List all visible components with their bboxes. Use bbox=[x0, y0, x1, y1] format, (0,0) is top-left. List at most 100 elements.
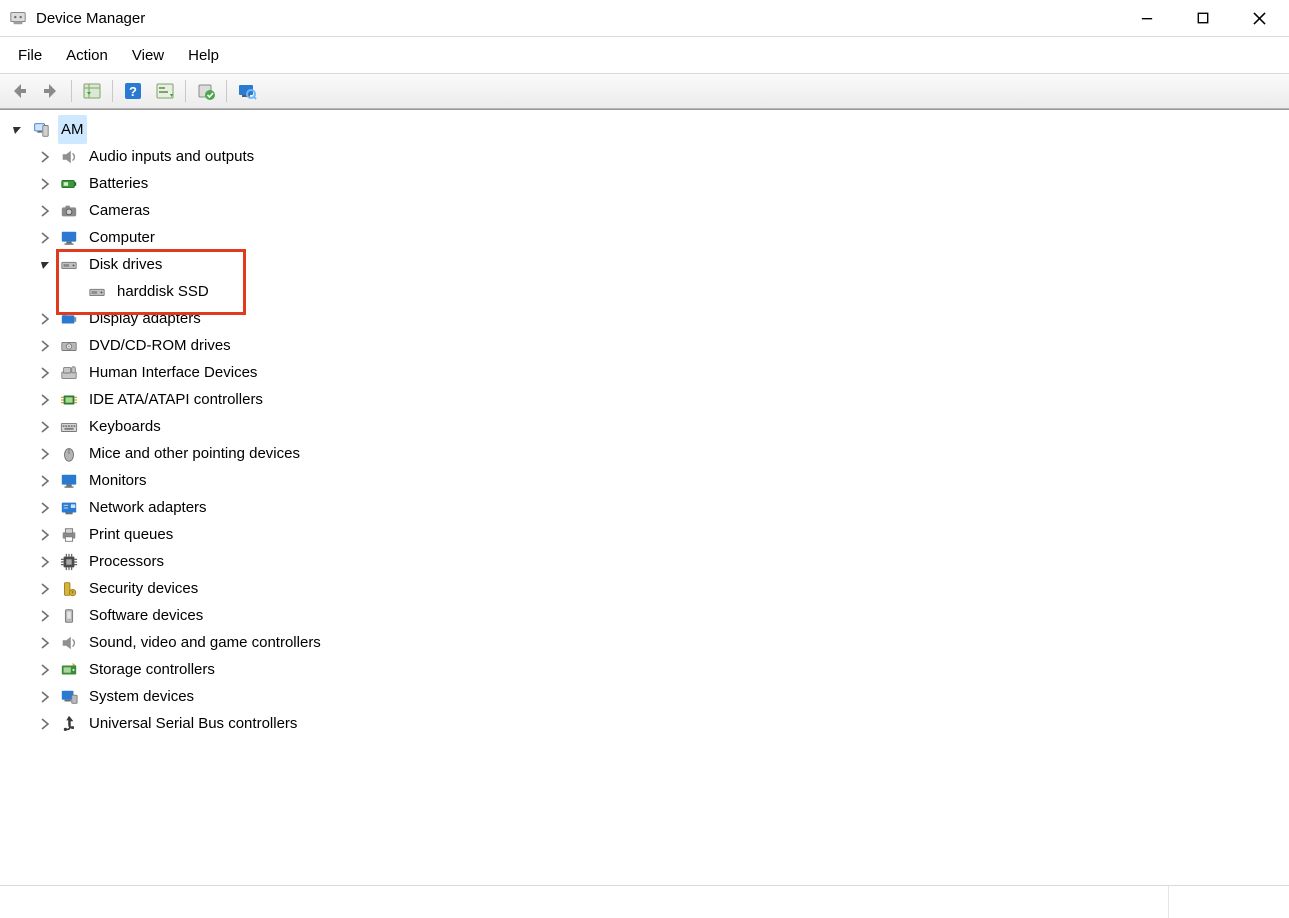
tree-category[interactable]: Print queues bbox=[8, 521, 1289, 548]
expand-arrow-right-icon[interactable] bbox=[36, 175, 54, 193]
expand-arrow-down-icon[interactable] bbox=[36, 256, 54, 274]
battery-icon bbox=[58, 174, 80, 194]
menubar: File Action View Help bbox=[0, 37, 1289, 73]
tree-category[interactable]: Computer bbox=[8, 224, 1289, 251]
optical-drive-icon bbox=[58, 336, 80, 356]
tree-category-label[interactable]: Print queues bbox=[86, 520, 176, 549]
expand-arrow-right-icon[interactable] bbox=[36, 553, 54, 571]
forward-button[interactable] bbox=[36, 78, 66, 104]
tree-category[interactable]: Universal Serial Bus controllers bbox=[8, 710, 1289, 737]
storage-controller-icon bbox=[58, 660, 80, 680]
tree-category-label[interactable]: Keyboards bbox=[86, 412, 164, 441]
tree-category[interactable]: Mice and other pointing devices bbox=[8, 440, 1289, 467]
expand-arrow-right-icon[interactable] bbox=[36, 391, 54, 409]
tree-category-label[interactable]: Network adapters bbox=[86, 493, 210, 522]
expand-arrow-right-icon[interactable] bbox=[36, 202, 54, 220]
update-driver-button[interactable] bbox=[191, 78, 221, 104]
expand-arrow-right-icon[interactable] bbox=[36, 634, 54, 652]
tree-category[interactable]: Disk drives bbox=[8, 251, 1289, 278]
tree-root[interactable]: AM bbox=[8, 116, 1289, 143]
expand-arrow-down-icon[interactable] bbox=[8, 121, 26, 139]
tree-category-label[interactable]: Sound, video and game controllers bbox=[86, 628, 324, 657]
expand-arrow-right-icon[interactable] bbox=[36, 526, 54, 544]
software-device-icon bbox=[58, 606, 80, 626]
close-button[interactable] bbox=[1231, 0, 1287, 36]
tree-category-label[interactable]: DVD/CD-ROM drives bbox=[86, 331, 234, 360]
uninstall-device-button[interactable] bbox=[232, 78, 262, 104]
expand-arrow-right-icon[interactable] bbox=[36, 661, 54, 679]
tree-category-label[interactable]: Cameras bbox=[86, 196, 153, 225]
tree-category[interactable]: Keyboards bbox=[8, 413, 1289, 440]
tree-category[interactable]: Display adapters bbox=[8, 305, 1289, 332]
expand-arrow-right-icon[interactable] bbox=[36, 364, 54, 382]
tree-category-label[interactable]: Universal Serial Bus controllers bbox=[86, 709, 300, 738]
tree-category[interactable]: Network adapters bbox=[8, 494, 1289, 521]
menu-file[interactable]: File bbox=[6, 45, 54, 66]
expand-arrow-right-icon[interactable] bbox=[36, 445, 54, 463]
tree-category-label[interactable]: Security devices bbox=[86, 574, 201, 603]
tree-category-label[interactable]: Software devices bbox=[86, 601, 206, 630]
security-icon bbox=[58, 579, 80, 599]
system-device-icon bbox=[58, 687, 80, 707]
menu-action[interactable]: Action bbox=[54, 45, 120, 66]
expand-arrow-right-icon[interactable] bbox=[36, 715, 54, 733]
tree-category-label[interactable]: System devices bbox=[86, 682, 197, 711]
pc-icon bbox=[30, 120, 52, 140]
tree-category[interactable]: Sound, video and game controllers bbox=[8, 629, 1289, 656]
tree-category-label[interactable]: Disk drives bbox=[86, 250, 165, 279]
tree-category-label[interactable]: Batteries bbox=[86, 169, 151, 198]
tree-category-label[interactable]: Processors bbox=[86, 547, 167, 576]
expand-arrow-right-icon[interactable] bbox=[36, 472, 54, 490]
tree-category-label[interactable]: IDE ATA/ATAPI controllers bbox=[86, 385, 266, 414]
network-adapter-icon bbox=[58, 498, 80, 518]
menu-help[interactable]: Help bbox=[176, 45, 231, 66]
properties-button[interactable] bbox=[150, 78, 180, 104]
tree-category[interactable]: Software devices bbox=[8, 602, 1289, 629]
forward-arrow-icon bbox=[40, 81, 62, 101]
expand-arrow-right-icon[interactable] bbox=[36, 688, 54, 706]
tree-category-label[interactable]: Monitors bbox=[86, 466, 150, 495]
hid-icon bbox=[58, 363, 80, 383]
tree-category[interactable]: Cameras bbox=[8, 197, 1289, 224]
tree-device-label[interactable]: harddisk SSD bbox=[114, 277, 212, 306]
minimize-button[interactable] bbox=[1119, 0, 1175, 36]
device-tree[interactable]: AM Audio inputs and outputs Batteries Ca… bbox=[0, 109, 1289, 885]
mouse-icon bbox=[58, 444, 80, 464]
tree-category[interactable]: Human Interface Devices bbox=[8, 359, 1289, 386]
tree-category-label[interactable]: Storage controllers bbox=[86, 655, 218, 684]
tree-category[interactable]: Storage controllers bbox=[8, 656, 1289, 683]
menu-view[interactable]: View bbox=[120, 45, 176, 66]
tree-category[interactable]: System devices bbox=[8, 683, 1289, 710]
expand-arrow-right-icon[interactable] bbox=[36, 148, 54, 166]
window-title: Device Manager bbox=[36, 10, 145, 27]
tree-category[interactable]: IDE ATA/ATAPI controllers bbox=[8, 386, 1289, 413]
tree-category[interactable]: DVD/CD-ROM drives bbox=[8, 332, 1289, 359]
expand-arrow-right-icon[interactable] bbox=[36, 229, 54, 247]
expand-arrow-right-icon[interactable] bbox=[36, 580, 54, 598]
expand-arrow-right-icon[interactable] bbox=[36, 499, 54, 517]
tree-root-label[interactable]: AM bbox=[58, 115, 87, 144]
tree-category-label[interactable]: Human Interface Devices bbox=[86, 358, 260, 387]
expand-arrow-right-icon[interactable] bbox=[36, 337, 54, 355]
expand-arrow-right-icon[interactable] bbox=[36, 310, 54, 328]
tree-category-label[interactable]: Mice and other pointing devices bbox=[86, 439, 303, 468]
update-driver-icon bbox=[195, 81, 217, 101]
tree-category[interactable]: Security devices bbox=[8, 575, 1289, 602]
back-button[interactable] bbox=[4, 78, 34, 104]
expand-arrow-right-icon[interactable] bbox=[36, 418, 54, 436]
tree-category-label[interactable]: Computer bbox=[86, 223, 158, 252]
properties-icon bbox=[154, 81, 176, 101]
device-manager-window: Device Manager File Action View Help AM bbox=[0, 0, 1289, 918]
help-button[interactable] bbox=[118, 78, 148, 104]
back-arrow-icon bbox=[8, 81, 30, 101]
tree-category[interactable]: Audio inputs and outputs bbox=[8, 143, 1289, 170]
tree-category[interactable]: Batteries bbox=[8, 170, 1289, 197]
tree-category-label[interactable]: Display adapters bbox=[86, 304, 204, 333]
show-hidden-button[interactable] bbox=[77, 78, 107, 104]
expand-arrow-right-icon[interactable] bbox=[36, 607, 54, 625]
tree-category[interactable]: Monitors bbox=[8, 467, 1289, 494]
tree-category-label[interactable]: Audio inputs and outputs bbox=[86, 142, 257, 171]
maximize-button[interactable] bbox=[1175, 0, 1231, 36]
tree-category[interactable]: Processors bbox=[8, 548, 1289, 575]
tree-device[interactable]: harddisk SSD bbox=[8, 278, 1289, 305]
